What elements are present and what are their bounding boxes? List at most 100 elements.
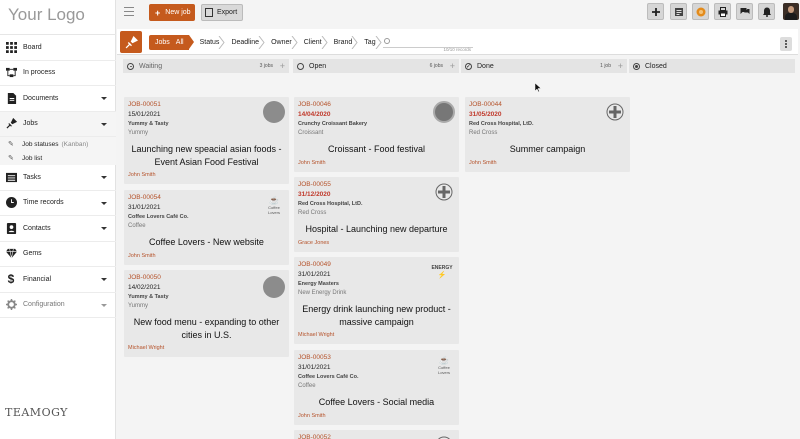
sidebar-item-label: Configuration (23, 301, 65, 309)
job-id[interactable]: JOB-00046 (298, 101, 331, 108)
sidebar-item-in-process[interactable]: In process (0, 61, 116, 86)
add-job-icon[interactable]: + (618, 61, 623, 71)
job-id[interactable]: JOB-00044 (469, 101, 502, 108)
sidebar-item-label: Gems (23, 250, 42, 258)
job-title: New food menu - expanding to other citie… (133, 317, 280, 340)
job-card[interactable]: JOB-00051 15/01/2021 Yummy & Tasty Yummy… (124, 97, 289, 184)
new-job-button[interactable]: + New job (149, 4, 195, 21)
job-card[interactable]: JOB-00052 (294, 430, 459, 439)
gear-icon (5, 299, 17, 311)
job-title: Summer campaign (509, 144, 586, 154)
timer-button[interactable] (692, 3, 709, 20)
job-client: Energy Masters (298, 281, 339, 287)
filter-bar: Jobs All Status Deadline Owner Client Br… (117, 29, 798, 55)
grid-icon (5, 41, 17, 53)
user-avatar[interactable] (783, 3, 799, 20)
column-name: Closed (645, 62, 667, 70)
job-brand: Yummy (128, 303, 149, 309)
job-id[interactable]: JOB-00049 (298, 261, 331, 268)
sidebar-item-label: Tasks (23, 173, 41, 181)
job-id[interactable]: JOB-00050 (128, 274, 161, 281)
sidebar-item-tasks[interactable]: Tasks (0, 165, 116, 191)
job-id[interactable]: JOB-00053 (298, 354, 331, 361)
job-card[interactable]: JOB-00050 14/02/2021 Yummy & Tasty Yummy… (124, 270, 289, 357)
job-deadline: 31/01/2021 (128, 204, 161, 211)
sidebar-item-contacts[interactable]: Contacts (0, 216, 116, 242)
job-brand: New Energy Drink (298, 290, 347, 296)
filter-status[interactable]: Status (189, 35, 226, 50)
job-title: Hospital - Launching new departure (305, 224, 448, 234)
job-id[interactable]: JOB-00051 (128, 101, 161, 108)
filter-owner[interactable]: Owner (262, 35, 298, 50)
new-job-label: New job (165, 9, 191, 16)
app-logo: Your Logo (8, 5, 85, 24)
open-status-icon (297, 62, 304, 70)
croissant-logo (433, 101, 455, 123)
job-card[interactable]: JOB-00044 31/05/2020 Red Cross Hospital,… (465, 97, 630, 172)
sidebar-item-jobs[interactable]: Jobs (0, 111, 116, 137)
filter-client[interactable]: Client (295, 35, 328, 50)
notifications-button[interactable] (758, 3, 775, 20)
job-card[interactable]: JOB-00053 31/01/2021 Coffee Lovers Café … (294, 350, 459, 425)
column-header-closed: Closed (629, 59, 795, 73)
export-button[interactable]: Export (201, 4, 243, 21)
print-button[interactable] (714, 3, 731, 20)
job-owner[interactable]: John Smith (469, 160, 497, 166)
add-button[interactable] (647, 3, 664, 20)
job-owner[interactable]: Grace Jones (298, 240, 329, 246)
jobs-icon: ✎ (8, 141, 14, 148)
jobs-filter-icon[interactable] (120, 31, 142, 53)
sidebar-item-label: Job statuses (22, 140, 59, 148)
export-icon (205, 8, 213, 17)
notes-button[interactable] (670, 3, 687, 20)
sidebar-item-gems[interactable]: Gems (0, 242, 116, 267)
menu-icon[interactable] (124, 7, 134, 16)
job-title: Coffee Lovers - Social media (318, 397, 435, 407)
add-job-icon[interactable]: + (280, 61, 285, 71)
job-owner[interactable]: Michael Wright (298, 332, 334, 338)
filter-deadline[interactable]: Deadline (222, 35, 265, 50)
clock-icon (5, 197, 17, 209)
job-client: Crunchy Croissant Bakery (298, 121, 368, 127)
timer-icon (696, 7, 705, 16)
job-owner[interactable]: Michael Wright (128, 345, 164, 351)
job-deadline: 31/12/2020 (298, 191, 331, 198)
sidebar-item-configuration[interactable]: Configuration (0, 293, 116, 318)
sidebar-item-board[interactable]: Board (0, 35, 116, 61)
job-client: Yummy & Tasty (128, 121, 169, 127)
job-id[interactable]: JOB-00054 (128, 194, 161, 201)
job-title: Energy drink launching new product - mas… (302, 304, 451, 327)
search-input[interactable]: 10/10 records (383, 37, 473, 52)
job-owner[interactable]: John Smith (298, 160, 326, 166)
job-deadline: 31/05/2020 (469, 111, 502, 118)
mouse-cursor-icon (535, 83, 542, 93)
job-id[interactable]: JOB-00055 (298, 181, 331, 188)
sidebar-item-time-records[interactable]: Time records (0, 191, 116, 216)
job-deadline: 15/01/2021 (128, 111, 161, 118)
job-card[interactable]: JOB-00049 31/01/2021 Energy Masters New … (294, 257, 459, 344)
job-card[interactable]: JOB-00046 14/04/2020 Crunchy Croissant B… (294, 97, 459, 172)
job-owner[interactable]: John Smith (128, 172, 156, 178)
client-logo-text: Coffee Lovers (437, 364, 450, 375)
sidebar-item-financial[interactable]: $ Financial (0, 267, 116, 293)
notes-icon (674, 7, 683, 16)
chat-button[interactable] (736, 3, 753, 20)
job-card[interactable]: JOB-00054 31/01/2021 Coffee Lovers Café … (124, 190, 289, 265)
column-count: 6 jobs (429, 63, 443, 69)
job-id[interactable]: JOB-00052 (298, 434, 331, 439)
coffee-cup-logo: ☕ Coffee Lovers (433, 354, 455, 376)
filter-jobs-all[interactable]: Jobs All (149, 35, 194, 50)
job-owner[interactable]: John Smith (128, 253, 156, 259)
job-owner[interactable]: John Smith (298, 413, 326, 419)
chevron-down-icon (101, 201, 107, 205)
sidebar-item-documents[interactable]: Documents (0, 86, 116, 112)
sidebar-item-job-statuses[interactable]: ✎ Job statuses (Kanban) (0, 137, 116, 151)
filter-brand[interactable]: Brand (325, 35, 358, 50)
job-card[interactable]: JOB-00055 31/12/2020 Red Cross Hospital,… (294, 177, 459, 252)
filter-all-label: All (175, 39, 184, 46)
job-client: Red Cross Hospital, LtD. (298, 201, 363, 207)
add-job-icon[interactable]: + (450, 61, 455, 71)
filter-tag[interactable]: Tag (355, 35, 382, 50)
more-options-button[interactable] (780, 37, 792, 51)
sidebar-item-job-list[interactable]: ✎ Job list (0, 151, 116, 165)
